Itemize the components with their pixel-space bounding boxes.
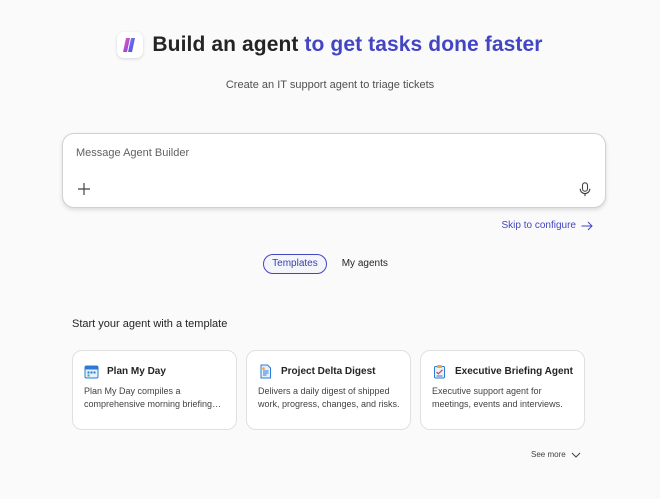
card-description: Plan My Day compiles a comprehensive mor… bbox=[84, 386, 222, 409]
see-more-button[interactable]: See more bbox=[531, 450, 581, 459]
copilot-logo-icon bbox=[117, 32, 144, 58]
plus-icon bbox=[78, 183, 90, 195]
card-title: Project Delta Digest bbox=[281, 365, 376, 377]
page-title: Build an agent to get tasks done faster bbox=[152, 33, 542, 57]
hero-header: Build an agent to get tasks done faster bbox=[0, 32, 660, 58]
card-description: Executive support agent for meetings, ev… bbox=[432, 386, 563, 409]
microphone-icon bbox=[579, 182, 591, 197]
microphone-button[interactable] bbox=[579, 182, 591, 197]
template-card-project-delta-digest[interactable]: Project Delta Digest Delivers a daily di… bbox=[246, 350, 411, 430]
tab-list: Templates My agents bbox=[0, 254, 660, 274]
document-icon bbox=[260, 364, 271, 378]
card-title: Plan My Day bbox=[107, 365, 166, 377]
title-accent: to get tasks done faster bbox=[304, 33, 543, 56]
skip-label: Skip to configure bbox=[501, 220, 577, 231]
template-card-plan-my-day[interactable]: Plan My Day Plan My Day compiles a compr… bbox=[72, 350, 237, 430]
tab-my-agents[interactable]: My agents bbox=[333, 254, 397, 274]
skip-to-configure-link[interactable]: Skip to configure bbox=[502, 220, 594, 231]
template-card-executive-briefing-agent[interactable]: Executive Briefing Agent Executive suppo… bbox=[420, 350, 585, 430]
see-more-label: See more bbox=[531, 450, 566, 459]
card-title: Executive Briefing Agent bbox=[455, 365, 573, 377]
title-main: Build an agent bbox=[152, 33, 299, 56]
page-subtitle: Create an IT support agent to triage tic… bbox=[225, 79, 435, 91]
calendar-icon bbox=[84, 365, 99, 378]
message-input[interactable] bbox=[76, 147, 556, 159]
message-composer bbox=[62, 133, 606, 208]
tab-templates[interactable]: Templates bbox=[263, 254, 327, 274]
chevron-down-icon bbox=[571, 452, 581, 458]
add-attachment-button[interactable] bbox=[77, 182, 91, 196]
template-card-list: Plan My Day Plan My Day compiles a compr… bbox=[72, 350, 585, 430]
clipboard-icon bbox=[434, 364, 445, 378]
templates-heading: Start your agent with a template bbox=[72, 318, 228, 330]
card-description: Delivers a daily digest of shipped work,… bbox=[258, 386, 400, 409]
arrow-right-icon bbox=[581, 221, 593, 230]
